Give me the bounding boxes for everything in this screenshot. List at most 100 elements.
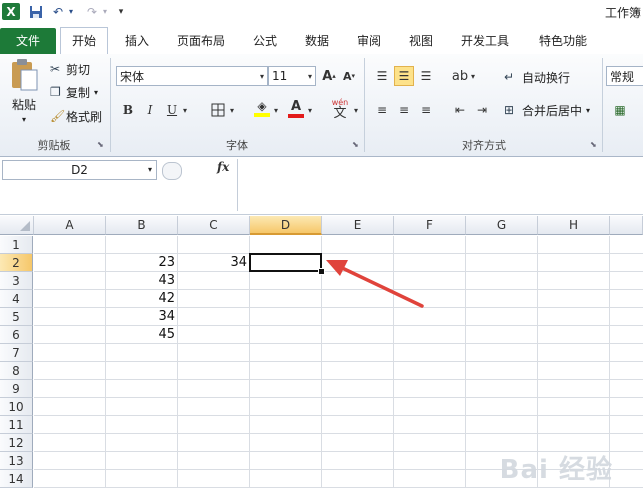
- tab-home[interactable]: 开始: [60, 27, 108, 55]
- italic-button[interactable]: I: [140, 100, 160, 120]
- number-format-combo[interactable]: 常规: [606, 66, 643, 86]
- font-size-dropdown-icon[interactable]: ▾: [308, 72, 312, 81]
- column-header-f[interactable]: F: [394, 216, 466, 235]
- merge-dropdown-icon[interactable]: ▾: [586, 106, 590, 115]
- font-launcher-icon[interactable]: ⬊: [352, 140, 359, 149]
- font-color-icon[interactable]: A: [286, 98, 306, 118]
- undo-icon[interactable]: ↶: [50, 3, 66, 20]
- row-header-10[interactable]: 10: [0, 398, 33, 416]
- column-header-d[interactable]: D: [250, 216, 322, 235]
- phonetic-guide-icon[interactable]: wén 文: [328, 96, 352, 122]
- row-header-4[interactable]: 4: [0, 290, 33, 308]
- save-icon[interactable]: [28, 3, 44, 20]
- paste-button[interactable]: 粘贴 ▾: [6, 58, 42, 128]
- phonetic-dropdown-icon[interactable]: ▾: [351, 100, 361, 120]
- orientation-icon[interactable]: ab: [450, 66, 470, 86]
- tab-file[interactable]: 文件: [0, 28, 56, 54]
- cell-c2[interactable]: 34: [178, 254, 250, 272]
- align-middle-icon[interactable]: ☰: [394, 66, 414, 86]
- quick-access-toolbar: X ↶ ▾ ↷ ▾ ▾ 工作簿: [0, 0, 643, 24]
- borders-dropdown-icon[interactable]: ▾: [227, 100, 237, 120]
- row-header-11[interactable]: 11: [0, 416, 33, 434]
- tab-review[interactable]: 审阅: [350, 30, 388, 52]
- cell-b6[interactable]: 45: [106, 326, 178, 344]
- increase-indent-icon[interactable]: ⇥: [472, 100, 492, 120]
- orientation-dropdown-icon[interactable]: ▾: [468, 66, 478, 86]
- row-header-5[interactable]: 5: [0, 308, 33, 326]
- cut-button[interactable]: ✂ 剪切: [50, 60, 90, 78]
- align-center-icon[interactable]: ≡: [394, 100, 414, 120]
- column-header-e[interactable]: E: [322, 216, 394, 235]
- font-size-combo[interactable]: 11 ▾: [268, 66, 316, 86]
- row-header-14[interactable]: 14: [0, 470, 33, 488]
- select-all-corner[interactable]: [0, 216, 34, 235]
- align-right-icon[interactable]: ≡: [416, 100, 436, 120]
- redo-dropdown-icon[interactable]: ▾: [101, 3, 109, 20]
- group-separator: [602, 58, 603, 152]
- bold-button[interactable]: B: [118, 100, 138, 120]
- tab-insert[interactable]: 插入: [116, 30, 158, 52]
- active-cell-selection[interactable]: [249, 253, 322, 272]
- grow-font-icon[interactable]: A ▴: [319, 66, 339, 86]
- name-box[interactable]: D2 ▾: [2, 160, 157, 180]
- alignment-launcher-icon[interactable]: ⬊: [590, 140, 597, 149]
- font-name-combo[interactable]: 宋体 ▾: [116, 66, 268, 86]
- align-left-icon[interactable]: ≡: [372, 100, 392, 120]
- tab-special-features[interactable]: 特色功能: [530, 30, 596, 52]
- redo-icon[interactable]: ↷: [84, 3, 100, 20]
- paste-icon: [12, 59, 38, 91]
- shrink-font-icon[interactable]: A ▾: [339, 66, 359, 86]
- cell-b3[interactable]: 43: [106, 272, 178, 290]
- merge-center-button[interactable]: ⊞ 合并后居中 ▾: [504, 100, 590, 120]
- column-header-h[interactable]: H: [538, 216, 610, 235]
- row-header-8[interactable]: 8: [0, 362, 33, 380]
- row-header-1[interactable]: 1: [0, 236, 33, 254]
- borders-icon[interactable]: [208, 100, 228, 120]
- font-name-value: 宋体: [120, 69, 145, 84]
- wrap-text-label: 自动换行: [522, 70, 571, 85]
- formula-bar-resize-handle[interactable]: [162, 162, 182, 180]
- clipboard-launcher-icon[interactable]: ⬊: [97, 140, 104, 149]
- font-name-dropdown-icon[interactable]: ▾: [260, 72, 264, 81]
- wrap-text-icon: ↵: [504, 70, 515, 84]
- fill-color-dropdown-icon[interactable]: ▾: [271, 100, 281, 120]
- font-color-dropdown-icon[interactable]: ▾: [305, 100, 315, 120]
- column-header-c[interactable]: C: [178, 216, 250, 235]
- row-header-13[interactable]: 13: [0, 452, 33, 470]
- formula-input[interactable]: [237, 159, 643, 211]
- insert-function-button[interactable]: fx: [217, 160, 229, 174]
- align-bottom-icon[interactable]: ☰: [416, 66, 436, 86]
- underline-button[interactable]: U: [162, 100, 182, 120]
- customize-toolbar-icon[interactable]: ▾: [116, 3, 126, 20]
- row-header-3[interactable]: 3: [0, 272, 33, 290]
- cell-b4[interactable]: 42: [106, 290, 178, 308]
- format-painter-button[interactable]: 🖌 格式刷: [50, 107, 102, 125]
- name-box-dropdown-icon[interactable]: ▾: [148, 161, 152, 179]
- column-header-partial[interactable]: [610, 216, 643, 235]
- wrap-text-button[interactable]: ↵ 自动换行: [504, 67, 570, 87]
- row-header-2[interactable]: 2: [0, 254, 33, 272]
- underline-dropdown-icon[interactable]: ▾: [180, 100, 190, 120]
- fill-color-icon[interactable]: ◈: [252, 98, 272, 118]
- row-header-9[interactable]: 9: [0, 380, 33, 398]
- column-header-a[interactable]: A: [34, 216, 106, 235]
- cell-b2[interactable]: 23: [106, 254, 178, 272]
- currency-format-icon[interactable]: ▦: [610, 100, 630, 120]
- row-header-7[interactable]: 7: [0, 344, 33, 362]
- undo-dropdown-icon[interactable]: ▾: [67, 3, 75, 20]
- tab-developer[interactable]: 开发工具: [452, 30, 518, 52]
- worksheet-grid[interactable]: ABCDEFGH 1 2 3 4 5 6 7 8 9 10 11 12 13 14 23 34 43 42 34 4…: [0, 216, 643, 494]
- excel-logo-icon[interactable]: X: [2, 3, 20, 20]
- tab-data[interactable]: 数据: [298, 30, 336, 52]
- tab-formulas[interactable]: 公式: [246, 30, 284, 52]
- decrease-indent-icon[interactable]: ⇤: [450, 100, 470, 120]
- copy-button[interactable]: ❐ 复制 ▾: [50, 83, 98, 101]
- row-header-12[interactable]: 12: [0, 434, 33, 452]
- column-header-b[interactable]: B: [106, 216, 178, 235]
- tab-page-layout[interactable]: 页面布局: [170, 30, 232, 52]
- tab-view[interactable]: 视图: [402, 30, 440, 52]
- cell-b5[interactable]: 34: [106, 308, 178, 326]
- align-top-icon[interactable]: ☰: [372, 66, 392, 86]
- row-header-6[interactable]: 6: [0, 326, 33, 344]
- column-header-g[interactable]: G: [466, 216, 538, 235]
